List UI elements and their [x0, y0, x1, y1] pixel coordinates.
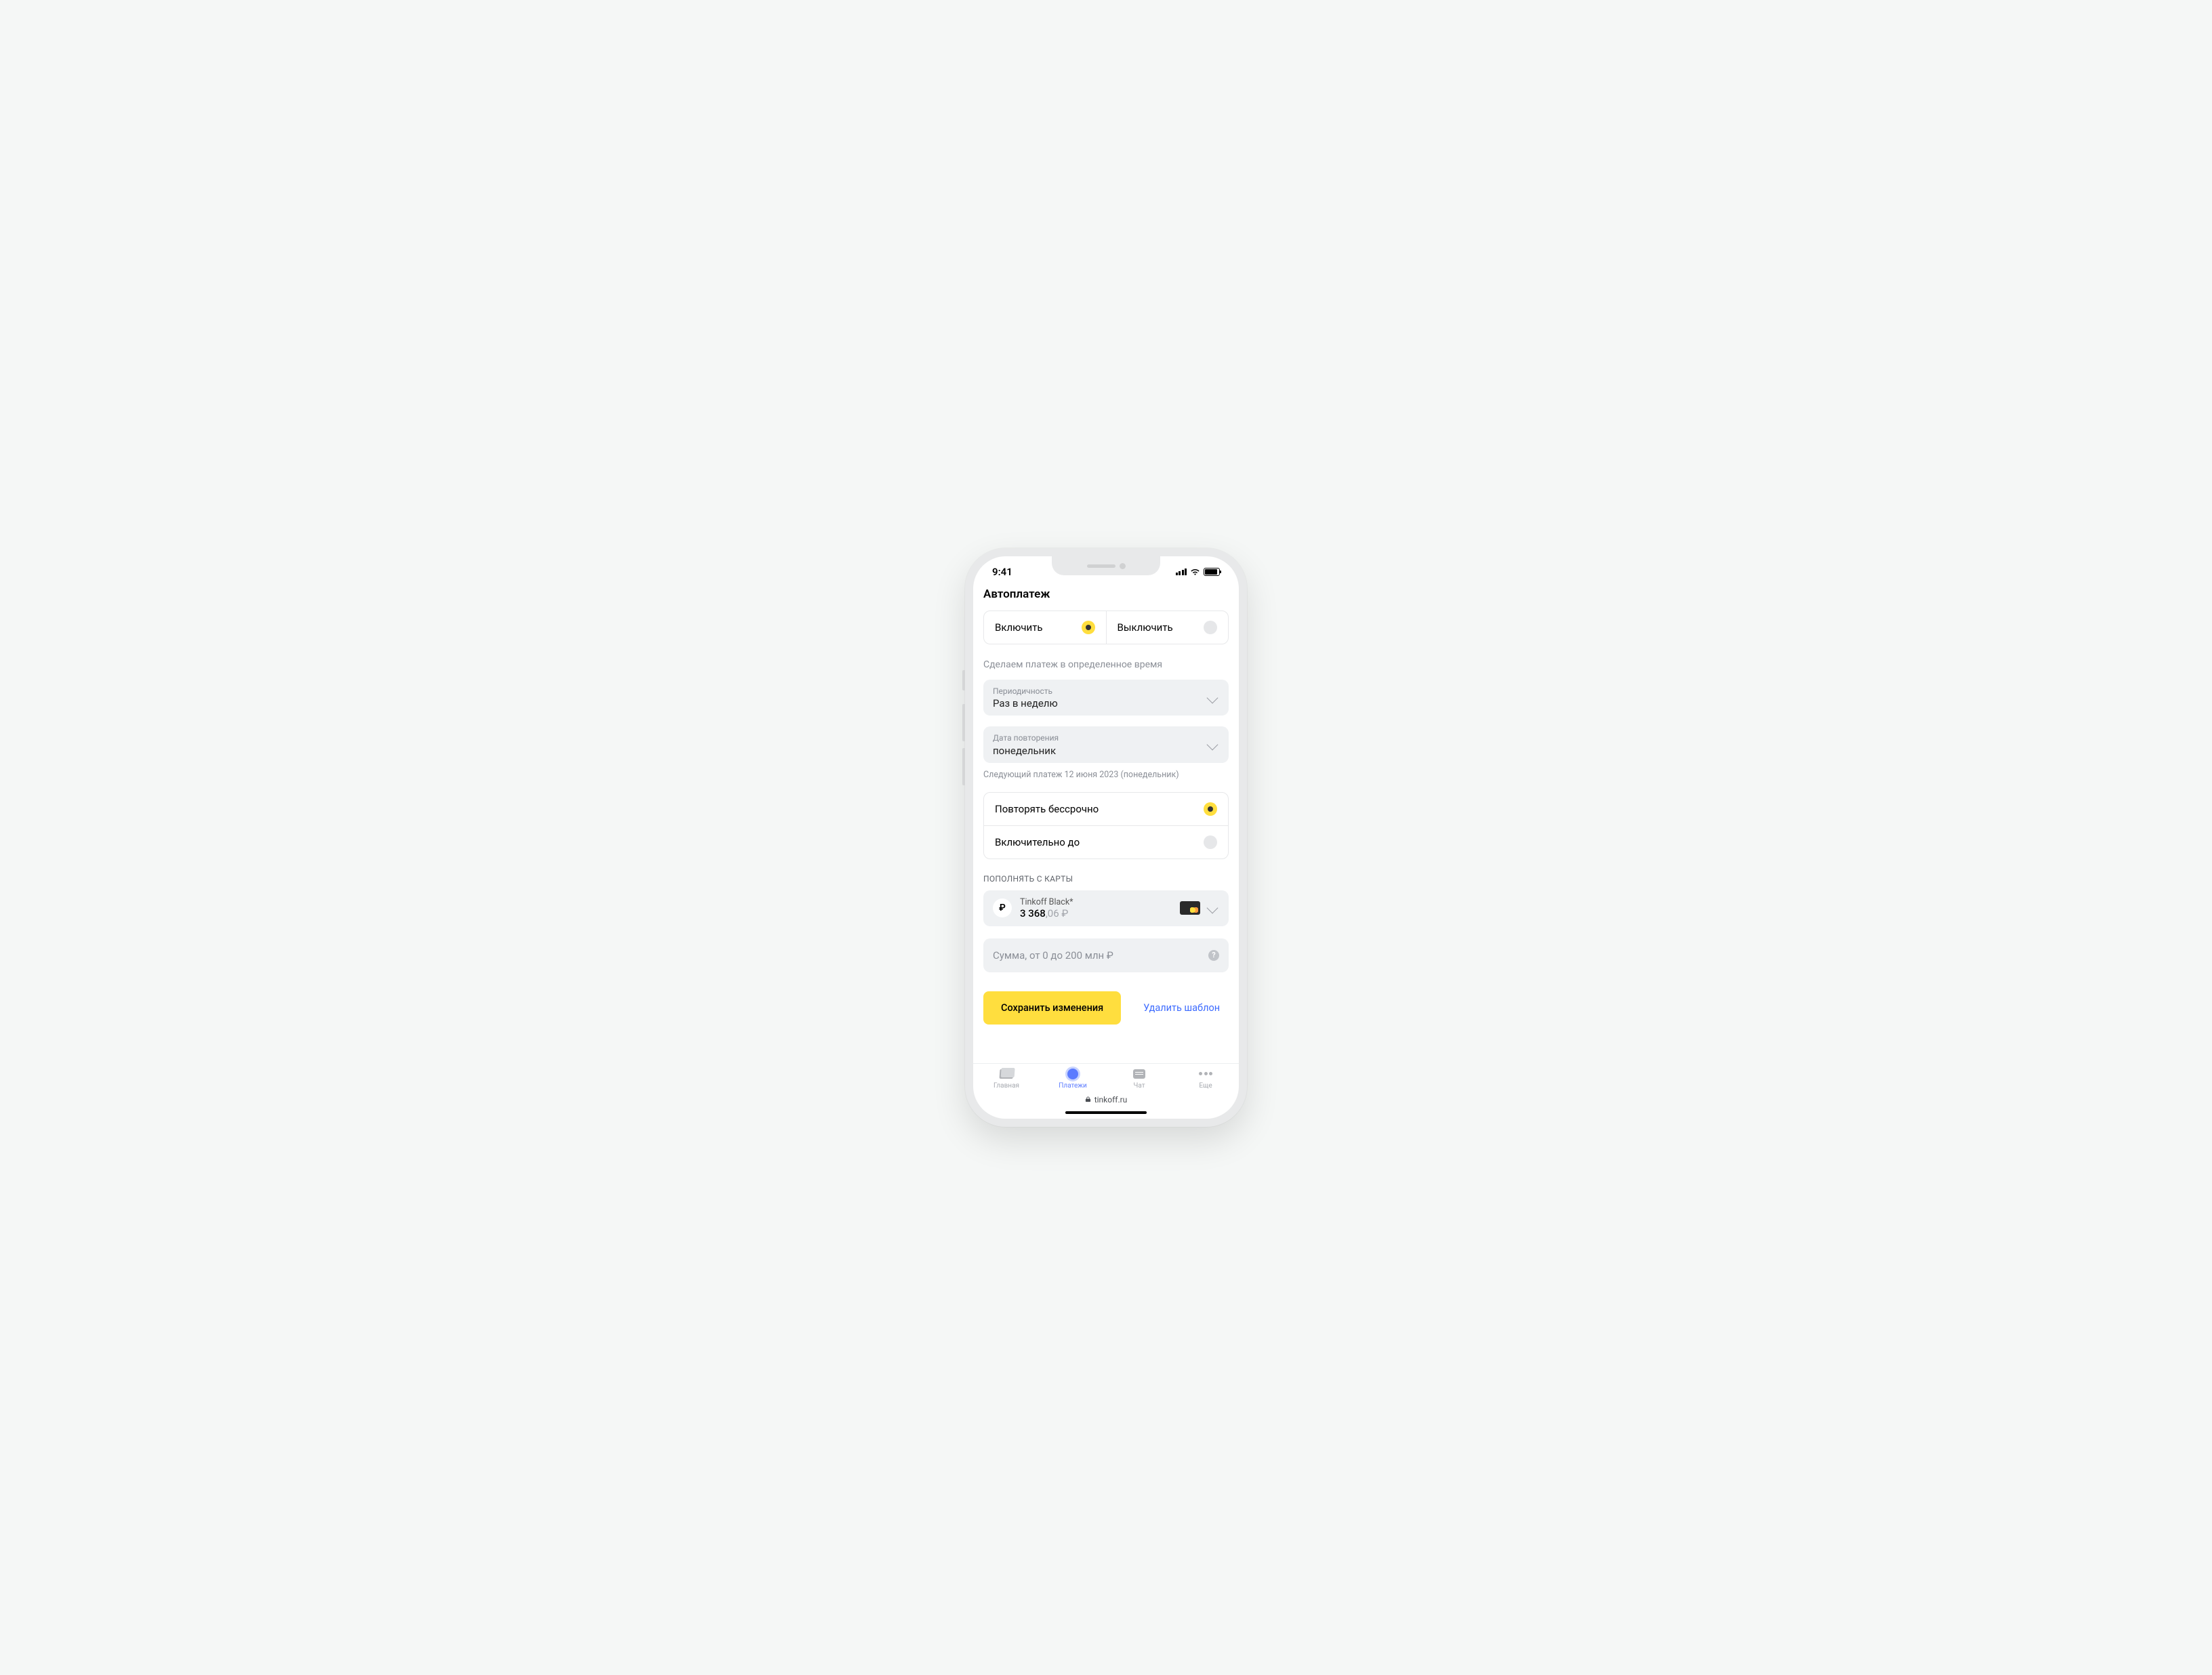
- chat-icon: [1133, 1069, 1145, 1079]
- tab-payments[interactable]: Платежи: [1040, 1068, 1106, 1090]
- tab-payments-label: Платежи: [1059, 1082, 1086, 1090]
- repeat-value: понедельник: [993, 745, 1059, 757]
- payments-icon: [1067, 1069, 1078, 1079]
- currency-icon: ₽: [993, 898, 1012, 917]
- signal-icon: [1176, 568, 1187, 575]
- home-indicator[interactable]: [1065, 1111, 1147, 1115]
- chevron-down-icon: [1207, 692, 1218, 703]
- content: Автоплатеж Включить Выключить Сделаем пл…: [973, 582, 1239, 1063]
- repeat-day-select[interactable]: Дата повторения понедельник: [983, 726, 1229, 762]
- option-until-label: Включительно до: [995, 836, 1080, 848]
- repeat-label: Дата повторения: [993, 732, 1059, 744]
- toggle-enable[interactable]: Включить: [984, 611, 1106, 644]
- period-value: Раз в неделю: [993, 697, 1058, 709]
- cards-icon: [1000, 1069, 1014, 1079]
- card-selector[interactable]: ₽ Tinkoff Black* 3 368,06 ₽: [983, 890, 1229, 926]
- autopay-toggle: Включить Выключить: [983, 611, 1229, 644]
- tab-home-label: Главная: [994, 1082, 1019, 1090]
- radio-on-icon: [1082, 621, 1095, 634]
- more-icon: [1199, 1072, 1212, 1075]
- period-select[interactable]: Периодичность Раз в неделю: [983, 680, 1229, 716]
- chevron-down-icon: [1207, 903, 1218, 914]
- card-balance: 3 368,06 ₽: [1020, 907, 1172, 919]
- tab-more[interactable]: Еще: [1172, 1068, 1239, 1090]
- tab-chat[interactable]: Чат: [1106, 1068, 1172, 1090]
- url-bar: tinkoff.ru: [973, 1091, 1239, 1111]
- battery-icon: [1204, 568, 1220, 576]
- option-repeat-forever[interactable]: Повторять бессрочно: [984, 793, 1228, 825]
- lock-icon: [1085, 1096, 1091, 1102]
- url-text: tinkoff.ru: [1094, 1095, 1128, 1104]
- toggle-disable[interactable]: Выключить: [1106, 611, 1229, 644]
- delete-template-link[interactable]: Удалить шаблон: [1134, 1002, 1229, 1014]
- tab-bar: Главная Платежи Чат Еще: [973, 1063, 1239, 1091]
- wifi-icon: [1190, 568, 1200, 576]
- chevron-down-icon: [1207, 739, 1218, 751]
- save-button[interactable]: Сохранить изменения: [983, 991, 1121, 1025]
- radio-off-icon: [1204, 835, 1217, 849]
- status-time: 9:41: [992, 566, 1012, 578]
- card-info: Tinkoff Black* 3 368,06 ₽: [1020, 897, 1172, 919]
- help-icon[interactable]: ?: [1208, 950, 1219, 961]
- tab-more-label: Еще: [1199, 1082, 1212, 1090]
- radio-off-icon: [1204, 621, 1217, 634]
- toggle-enable-label: Включить: [995, 621, 1043, 634]
- option-forever-label: Повторять бессрочно: [995, 803, 1099, 815]
- option-until-date[interactable]: Включительно до: [984, 825, 1228, 859]
- amount-placeholder: Сумма, от 0 до 200 млн ₽: [993, 949, 1113, 961]
- toggle-disable-label: Выключить: [1118, 621, 1173, 634]
- card-section-label: ПОПОЛНЯТЬ С КАРТЫ: [983, 859, 1229, 890]
- radio-on-icon: [1204, 802, 1217, 816]
- tab-chat-label: Чат: [1133, 1082, 1145, 1090]
- page-title: Автоплатеж: [983, 582, 1229, 611]
- next-payment-info: Следующий платеж 12 июня 2023 (понедельн…: [983, 770, 1229, 780]
- status-indicators: [1176, 568, 1221, 576]
- card-thumb-icon: [1180, 901, 1200, 915]
- screen: 9:41 Автоплатеж Включить Выключить Сдела…: [973, 556, 1239, 1119]
- tab-home[interactable]: Главная: [973, 1068, 1040, 1090]
- notch: [1052, 556, 1160, 575]
- stage: 9:41 Автоплатеж Включить Выключить Сдела…: [680, 515, 1532, 1160]
- amount-input[interactable]: Сумма, от 0 до 200 млн ₽ ?: [983, 938, 1229, 972]
- schedule-hint: Сделаем платеж в определенное время: [983, 644, 1229, 680]
- period-label: Периодичность: [993, 686, 1058, 697]
- actions-row: Сохранить изменения Удалить шаблон: [983, 972, 1229, 1034]
- phone-frame: 9:41 Автоплатеж Включить Выключить Сдела…: [965, 548, 1247, 1127]
- duration-options: Повторять бессрочно Включительно до: [983, 792, 1229, 859]
- card-name: Tinkoff Black*: [1020, 897, 1172, 907]
